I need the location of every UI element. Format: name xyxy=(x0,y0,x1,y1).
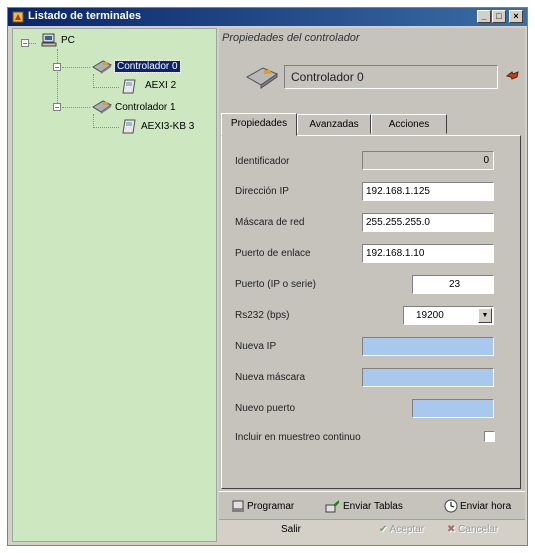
puerto-ip-field[interactable]: 23 xyxy=(412,275,494,294)
tree-item-controller0[interactable]: Controlador 0 xyxy=(114,60,181,73)
expand-toggle-controller1[interactable]: − xyxy=(53,103,61,112)
identificador-label: Identificador xyxy=(235,156,290,167)
nueva-ip-field[interactable] xyxy=(362,337,494,356)
expand-toggle-controller0[interactable]: − xyxy=(53,63,61,72)
enviar-hora-label: Enviar hora xyxy=(460,501,512,512)
programar-label: Programar xyxy=(247,501,295,512)
link-icon[interactable] xyxy=(506,70,520,82)
minimize-button[interactable]: _ xyxy=(477,10,491,23)
nuevo-puerto-field[interactable] xyxy=(412,399,494,418)
tab-acciones[interactable]: Acciones xyxy=(371,114,447,134)
controller-icon xyxy=(92,60,112,74)
cancelar-label: Cancelar xyxy=(458,524,499,535)
properties-form: Identificador 0 Dirección IP 192.168.1.1… xyxy=(221,135,521,489)
terminal-icon xyxy=(122,79,136,94)
check-icon: ✔ xyxy=(379,524,388,535)
tree-line xyxy=(62,107,90,108)
chevron-down-icon[interactable]: ▼ xyxy=(478,308,492,323)
title-bar[interactable]: Listado de terminales _ □ × xyxy=(8,8,527,26)
close-button[interactable]: × xyxy=(509,10,523,23)
properties-panel: Propiedades del controlador Controlador … xyxy=(219,28,525,543)
nueva-ip-label: Nueva IP xyxy=(235,341,277,352)
aceptar-label: Aceptar xyxy=(389,524,425,535)
terminal-icon xyxy=(122,119,136,134)
tree-line xyxy=(93,87,119,88)
tree-line xyxy=(57,49,58,107)
direccion-ip-field[interactable]: 192.168.1.125 xyxy=(362,182,494,201)
rs232-select[interactable]: 19200 ▼ xyxy=(403,306,494,325)
nueva-mascara-label: Nueva máscara xyxy=(235,372,306,383)
tree-line xyxy=(93,114,94,128)
enviar-tablas-label: Enviar Tablas xyxy=(343,501,403,512)
tree-line xyxy=(62,67,90,68)
tree-line xyxy=(93,74,94,88)
tree-item-aexi2[interactable]: AEXI 2 xyxy=(145,80,176,91)
clock-icon xyxy=(444,499,458,513)
puerto-enlace-label: Puerto de enlace xyxy=(235,248,311,259)
action-toolbar: Programar Enviar Tablas Enviar hora xyxy=(219,491,525,520)
controller-icon xyxy=(92,100,112,114)
rs232-label: Rs232 (bps) xyxy=(235,310,290,321)
dialog-buttons: Salir ✔ Aceptar ✖ Cancelar xyxy=(219,519,525,543)
tab-avanzadas[interactable]: Avanzadas xyxy=(297,114,371,134)
tree-item-aexi3kb3[interactable]: AEXI3-KB 3 xyxy=(141,121,194,132)
pc-icon xyxy=(41,33,57,47)
app-icon xyxy=(12,11,24,23)
terminal-tree[interactable]: − PC − Controlador 0 AEXI 2 − Controlado… xyxy=(12,28,217,542)
incluir-checkbox[interactable] xyxy=(484,431,495,442)
cross-icon: ✖ xyxy=(447,524,456,535)
tree-item-controller1[interactable]: Controlador 1 xyxy=(115,102,176,113)
enviar-hora-button[interactable]: Enviar hora xyxy=(444,497,511,517)
maximize-button[interactable]: □ xyxy=(492,10,506,23)
puerto-enlace-field[interactable]: 192.168.1.10 xyxy=(362,244,494,263)
tab-propiedades[interactable]: Propiedades xyxy=(221,113,297,136)
tree-line xyxy=(93,127,119,128)
controller-large-icon xyxy=(245,67,279,89)
incluir-label: Incluir en muestreo continuo xyxy=(235,432,361,443)
expand-toggle-pc[interactable]: − xyxy=(21,39,29,48)
program-icon xyxy=(232,500,244,513)
enviar-tablas-button[interactable]: Enviar Tablas xyxy=(325,497,403,517)
puerto-ip-label: Puerto (IP o serie) xyxy=(235,279,316,290)
programar-button[interactable]: Programar xyxy=(231,497,294,517)
send-tables-icon xyxy=(325,500,339,513)
nuevo-puerto-label: Nuevo puerto xyxy=(235,403,296,414)
nueva-mascara-field[interactable] xyxy=(362,368,494,387)
tree-root-label[interactable]: PC xyxy=(61,35,75,46)
aceptar-button[interactable]: ✔ Aceptar xyxy=(379,524,424,535)
rs232-selected-value: 19200 xyxy=(416,310,444,321)
main-window: Listado de terminales _ □ × − PC − Contr… xyxy=(7,7,528,546)
controller-name-display: Controlador 0 xyxy=(284,65,498,89)
salir-button[interactable]: Salir xyxy=(281,524,301,535)
cancelar-button[interactable]: ✖ Cancelar xyxy=(447,524,498,535)
window-title: Listado de terminales xyxy=(28,10,142,22)
identificador-field: 0 xyxy=(362,151,494,170)
panel-title: Propiedades del controlador xyxy=(222,32,360,44)
mascara-field[interactable]: 255.255.255.0 xyxy=(362,213,494,232)
mascara-label: Máscara de red xyxy=(235,217,305,228)
direccion-ip-label: Dirección IP xyxy=(235,186,289,197)
